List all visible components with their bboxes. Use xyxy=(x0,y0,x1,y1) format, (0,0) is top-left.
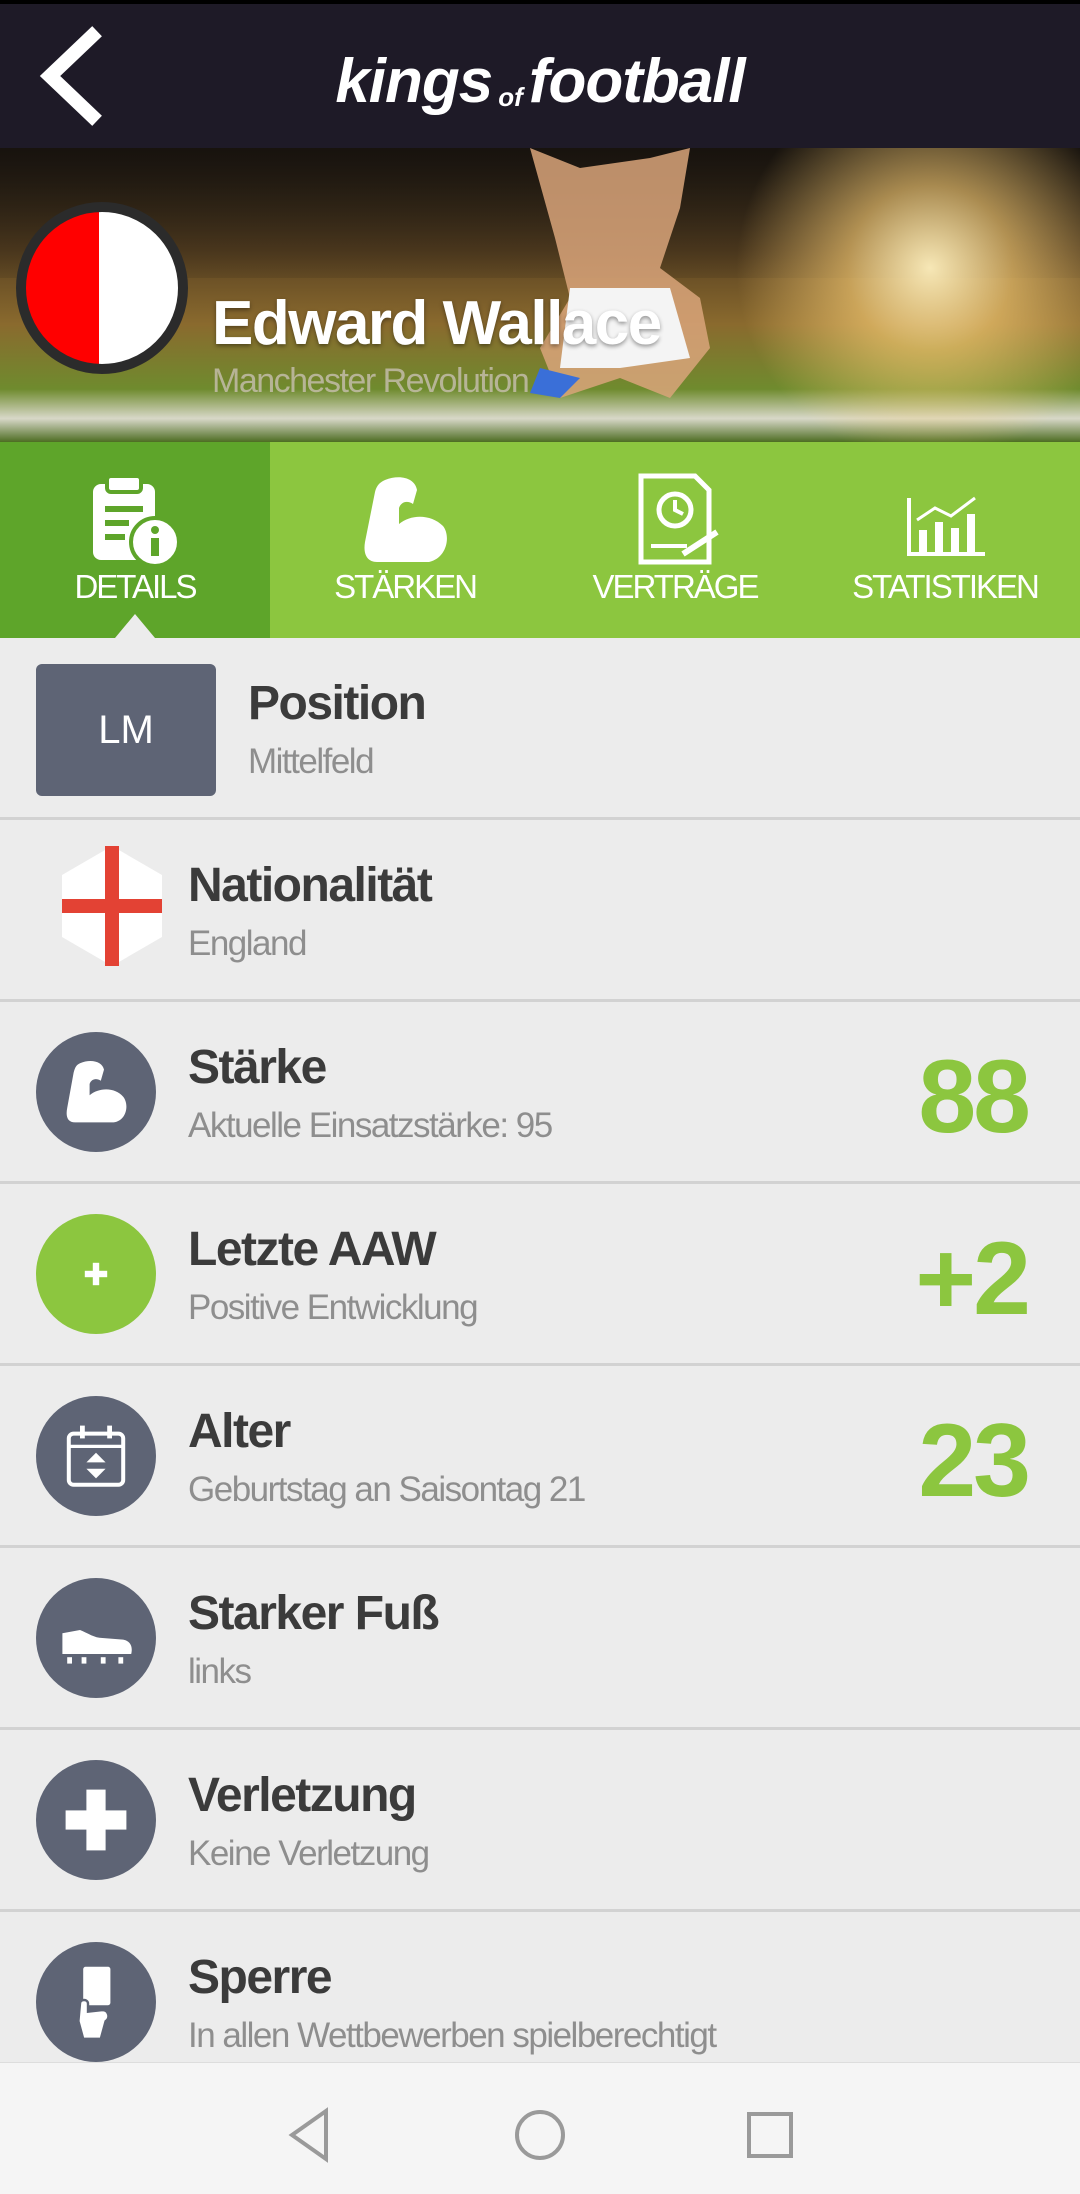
player-tabs: DETAILS STÄRKEN VERTRÄGE STATISTIKEN xyxy=(0,442,1080,638)
aaw-sub: Positive Entwicklung xyxy=(188,1288,479,1327)
nav-home-icon xyxy=(515,2110,565,2160)
age-icon-circle xyxy=(36,1396,156,1516)
tab-statistiken-label: STATISTIKEN xyxy=(852,568,1040,605)
england-flag-icon xyxy=(62,846,162,966)
strength-title: Stärke xyxy=(188,1041,327,1094)
tab-statistiken[interactable]: STATISTIKEN xyxy=(810,442,1080,638)
injury-icon-circle xyxy=(36,1760,156,1880)
logo-of: of xyxy=(498,82,523,113)
tab-vertraege[interactable]: VERTRÄGE xyxy=(540,442,810,638)
aaw-icon-circle xyxy=(36,1214,156,1334)
calendar-icon xyxy=(66,1425,126,1487)
injury-value: Keine Verletzung xyxy=(188,1834,430,1873)
tab-vertraege-label: VERTRÄGE xyxy=(592,568,760,605)
tab-details[interactable]: DETAILS xyxy=(0,442,270,638)
tab-details-label: DETAILS xyxy=(74,568,197,605)
app-logo: kings offootball xyxy=(0,46,1080,117)
tab-staerken-label: STÄRKEN xyxy=(334,568,478,605)
row-last-aaw: Letzte AAW Positive Entwicklung +2 xyxy=(0,1184,1080,1366)
stadium-light xyxy=(720,148,1080,442)
details-list: LM Position Mittelfeld Nationalität Engl… xyxy=(0,638,1080,2094)
row-strong-foot: Starker Fuß links xyxy=(0,1548,1080,1730)
row-position: LM Position Mittelfeld xyxy=(0,638,1080,820)
row-injury: Verletzung Keine Verletzung xyxy=(0,1730,1080,1912)
player-hero-banner: Edward Wallace Manchester Revolution xyxy=(0,148,1080,442)
nav-back-button[interactable] xyxy=(280,2105,340,2165)
bar-chart-icon xyxy=(907,496,985,556)
aaw-value: +2 xyxy=(915,1221,1031,1337)
player-name: Edward Wallace xyxy=(212,289,662,358)
strength-sub: Aktuelle Einsatzstärke: 95 xyxy=(188,1106,553,1145)
age-title: Alter xyxy=(188,1405,291,1458)
flexed-arm-icon xyxy=(364,477,447,562)
clipboard-info-icon xyxy=(93,474,181,568)
logo-football: football xyxy=(528,47,746,116)
age-sub: Geburtstag an Saisontag 21 xyxy=(188,1470,586,1509)
suspension-icon-circle xyxy=(36,1942,156,2062)
aaw-title: Letzte AAW xyxy=(188,1223,437,1276)
app-header: kings offootball xyxy=(0,0,1080,148)
position-title: Position xyxy=(248,677,427,730)
flexed-arm-icon xyxy=(66,1060,127,1123)
foot-icon-circle xyxy=(36,1578,156,1698)
plus-icon xyxy=(84,1262,108,1286)
position-badge: LM xyxy=(36,664,216,796)
suspension-title: Sperre xyxy=(188,1951,333,2004)
injury-title: Verletzung xyxy=(188,1769,417,1822)
player-photo xyxy=(530,148,710,398)
medical-cross-icon xyxy=(65,1789,127,1851)
system-navigation-bar xyxy=(0,2062,1080,2194)
row-age: Alter Geburtstag an Saisontag 21 23 xyxy=(0,1366,1080,1548)
nav-recents-icon xyxy=(747,2112,793,2158)
strength-value: 88 xyxy=(918,1039,1031,1155)
foot-value: links xyxy=(188,1652,252,1691)
foot-title: Starker Fuß xyxy=(188,1587,440,1640)
club-logo xyxy=(16,202,188,374)
age-value: 23 xyxy=(918,1403,1031,1519)
row-nationality: Nationalität England xyxy=(0,820,1080,1002)
tab-staerken[interactable]: STÄRKEN xyxy=(270,442,540,638)
contract-icon xyxy=(638,473,719,565)
active-tab-pointer xyxy=(115,614,155,638)
card-hand-icon xyxy=(77,1966,111,2040)
nationality-title: Nationalität xyxy=(188,859,433,912)
nav-home-button[interactable] xyxy=(510,2105,570,2165)
nav-back-icon xyxy=(288,2107,328,2163)
football-boot-icon xyxy=(62,1630,132,1664)
logo-kings: kings xyxy=(335,47,493,116)
player-club: Manchester Revolution xyxy=(212,362,530,400)
row-strength: Stärke Aktuelle Einsatzstärke: 95 88 xyxy=(0,1002,1080,1184)
position-value: Mittelfeld xyxy=(248,742,375,781)
nationality-value: England xyxy=(188,924,307,963)
strength-icon-circle xyxy=(36,1032,156,1152)
suspension-value: In allen Wettbewerben spielberechtigt xyxy=(188,2016,717,2055)
nav-recents-button[interactable] xyxy=(740,2105,800,2165)
